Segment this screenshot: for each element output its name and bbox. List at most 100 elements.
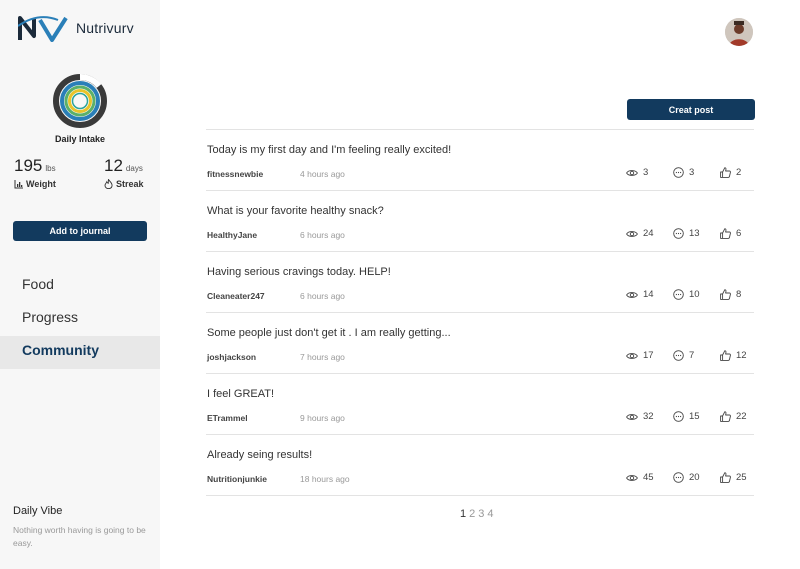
post-timestamp: 18 hours ago (300, 474, 350, 484)
chart-icon (14, 179, 23, 188)
views-count: 24 (626, 228, 654, 239)
nv-logo-icon (18, 16, 68, 42)
post-author[interactable]: HealthyJane (207, 230, 257, 240)
views-value: 32 (643, 411, 654, 422)
post-author[interactable]: ETrammel (207, 413, 248, 423)
streak-unit: days (125, 164, 143, 173)
nav-item-progress[interactable]: Progress (0, 303, 160, 336)
likes-value: 25 (736, 472, 747, 483)
post-row[interactable]: Today is my first day and I'm feeling re… (206, 130, 754, 191)
post-row[interactable]: Already seing results! Nutritionjunkie 18 … (206, 435, 754, 496)
views-icon (626, 169, 638, 176)
post-title[interactable]: What is your favorite healthy snack? (207, 205, 384, 217)
likes-count[interactable]: 2 (720, 167, 741, 178)
post-timestamp: 6 hours ago (300, 291, 345, 301)
weight-unit: lbs (45, 164, 56, 173)
comments-value: 3 (689, 167, 695, 178)
likes-count[interactable]: 6 (720, 228, 741, 239)
user-avatar[interactable] (725, 18, 753, 46)
weight-label: Weight (26, 179, 56, 189)
comments-icon (673, 472, 684, 483)
weight-value: 195 (14, 156, 43, 175)
views-icon (626, 230, 638, 237)
comments-count[interactable]: 10 (673, 289, 700, 300)
daily-intake-label: Daily Intake (54, 134, 106, 144)
views-count: 45 (626, 472, 654, 483)
post-timestamp: 7 hours ago (300, 352, 345, 362)
post-title[interactable]: Some people just don't get it . I am rea… (207, 327, 451, 339)
post-title[interactable]: Having serious cravings today. HELP! (207, 266, 391, 278)
comments-count[interactable]: 15 (673, 411, 700, 422)
post-row[interactable]: Some people just don't get it . I am rea… (206, 313, 754, 374)
comments-count[interactable]: 3 (673, 167, 694, 178)
likes-count[interactable]: 8 (720, 289, 741, 300)
views-count: 32 (626, 411, 654, 422)
likes-value: 22 (736, 411, 747, 422)
likes-icon (720, 228, 731, 239)
app-logo[interactable]: Nutrivurv (18, 14, 134, 42)
likes-icon (720, 411, 731, 422)
post-title[interactable]: Already seing results! (207, 449, 312, 461)
likes-value: 6 (736, 228, 742, 239)
likes-count[interactable]: 25 (720, 472, 747, 483)
post-title[interactable]: I feel GREAT! (207, 388, 274, 400)
weight-stat: 195 lbs Weight (14, 156, 56, 189)
views-count: 14 (626, 289, 654, 300)
nav-item-community[interactable]: Community (0, 336, 160, 369)
app-name: Nutrivurv (76, 20, 134, 36)
comments-icon (673, 289, 684, 300)
post-timestamp: 6 hours ago (300, 230, 345, 240)
create-post-button[interactable]: Creat post (627, 99, 755, 120)
likes-value: 12 (736, 350, 747, 361)
post-title[interactable]: Today is my first day and I'm feeling re… (207, 144, 451, 156)
daily-intake-ring (53, 74, 107, 128)
likes-count[interactable]: 12 (720, 350, 747, 361)
streak-value: 12 (104, 156, 123, 175)
page-link[interactable]: 2 (469, 508, 475, 520)
page-link[interactable]: 1 (460, 508, 466, 520)
views-icon (626, 474, 638, 481)
flame-icon (104, 179, 113, 189)
views-value: 14 (643, 289, 654, 300)
comments-value: 7 (689, 350, 695, 361)
post-author[interactable]: Nutritionjunkie (207, 474, 267, 484)
page-link[interactable]: 3 (478, 508, 484, 520)
sidebar: Nutrivurv Daily Intake 195 lbs Weight 12 d… (0, 0, 160, 569)
comments-icon (673, 350, 684, 361)
comments-count[interactable]: 13 (673, 228, 700, 239)
likes-value: 8 (736, 289, 742, 300)
daily-vibe-text: Nothing worth having is going to be easy… (13, 525, 146, 548)
views-value: 24 (643, 228, 654, 239)
views-count: 17 (626, 350, 654, 361)
post-row[interactable]: What is your favorite healthy snack? Heal… (206, 191, 754, 252)
streak-label: Streak (116, 179, 144, 189)
post-row[interactable]: Having serious cravings today. HELP! Clea… (206, 252, 754, 313)
post-author[interactable]: joshjackson (207, 352, 256, 362)
views-icon (626, 352, 638, 359)
post-list: Today is my first day and I'm feeling re… (206, 129, 754, 496)
page-link[interactable]: 4 (487, 508, 493, 520)
comments-value: 13 (689, 228, 700, 239)
views-icon (626, 291, 638, 298)
comments-icon (673, 167, 684, 178)
likes-icon (720, 289, 731, 300)
post-row[interactable]: I feel GREAT! ETrammel 9 hours ago 32 15 22 (206, 374, 754, 435)
add-to-journal-button[interactable]: Add to journal (13, 221, 147, 241)
comments-value: 10 (689, 289, 700, 300)
nav-item-food[interactable]: Food (0, 270, 160, 303)
streak-stat: 12 days Streak (104, 156, 144, 189)
likes-count[interactable]: 22 (720, 411, 747, 422)
comments-icon (673, 228, 684, 239)
comments-count[interactable]: 7 (673, 350, 694, 361)
pagination: 1234 (460, 508, 497, 520)
likes-icon (720, 350, 731, 361)
views-icon (626, 413, 638, 420)
post-author[interactable]: Cleaneater247 (207, 291, 265, 301)
post-timestamp: 4 hours ago (300, 169, 345, 179)
post-author[interactable]: fitnessnewbie (207, 169, 263, 179)
comments-count[interactable]: 20 (673, 472, 700, 483)
views-count: 3 (626, 167, 648, 178)
views-value: 45 (643, 472, 654, 483)
daily-vibe-title: Daily Vibe (13, 505, 63, 517)
comments-value: 20 (689, 472, 700, 483)
